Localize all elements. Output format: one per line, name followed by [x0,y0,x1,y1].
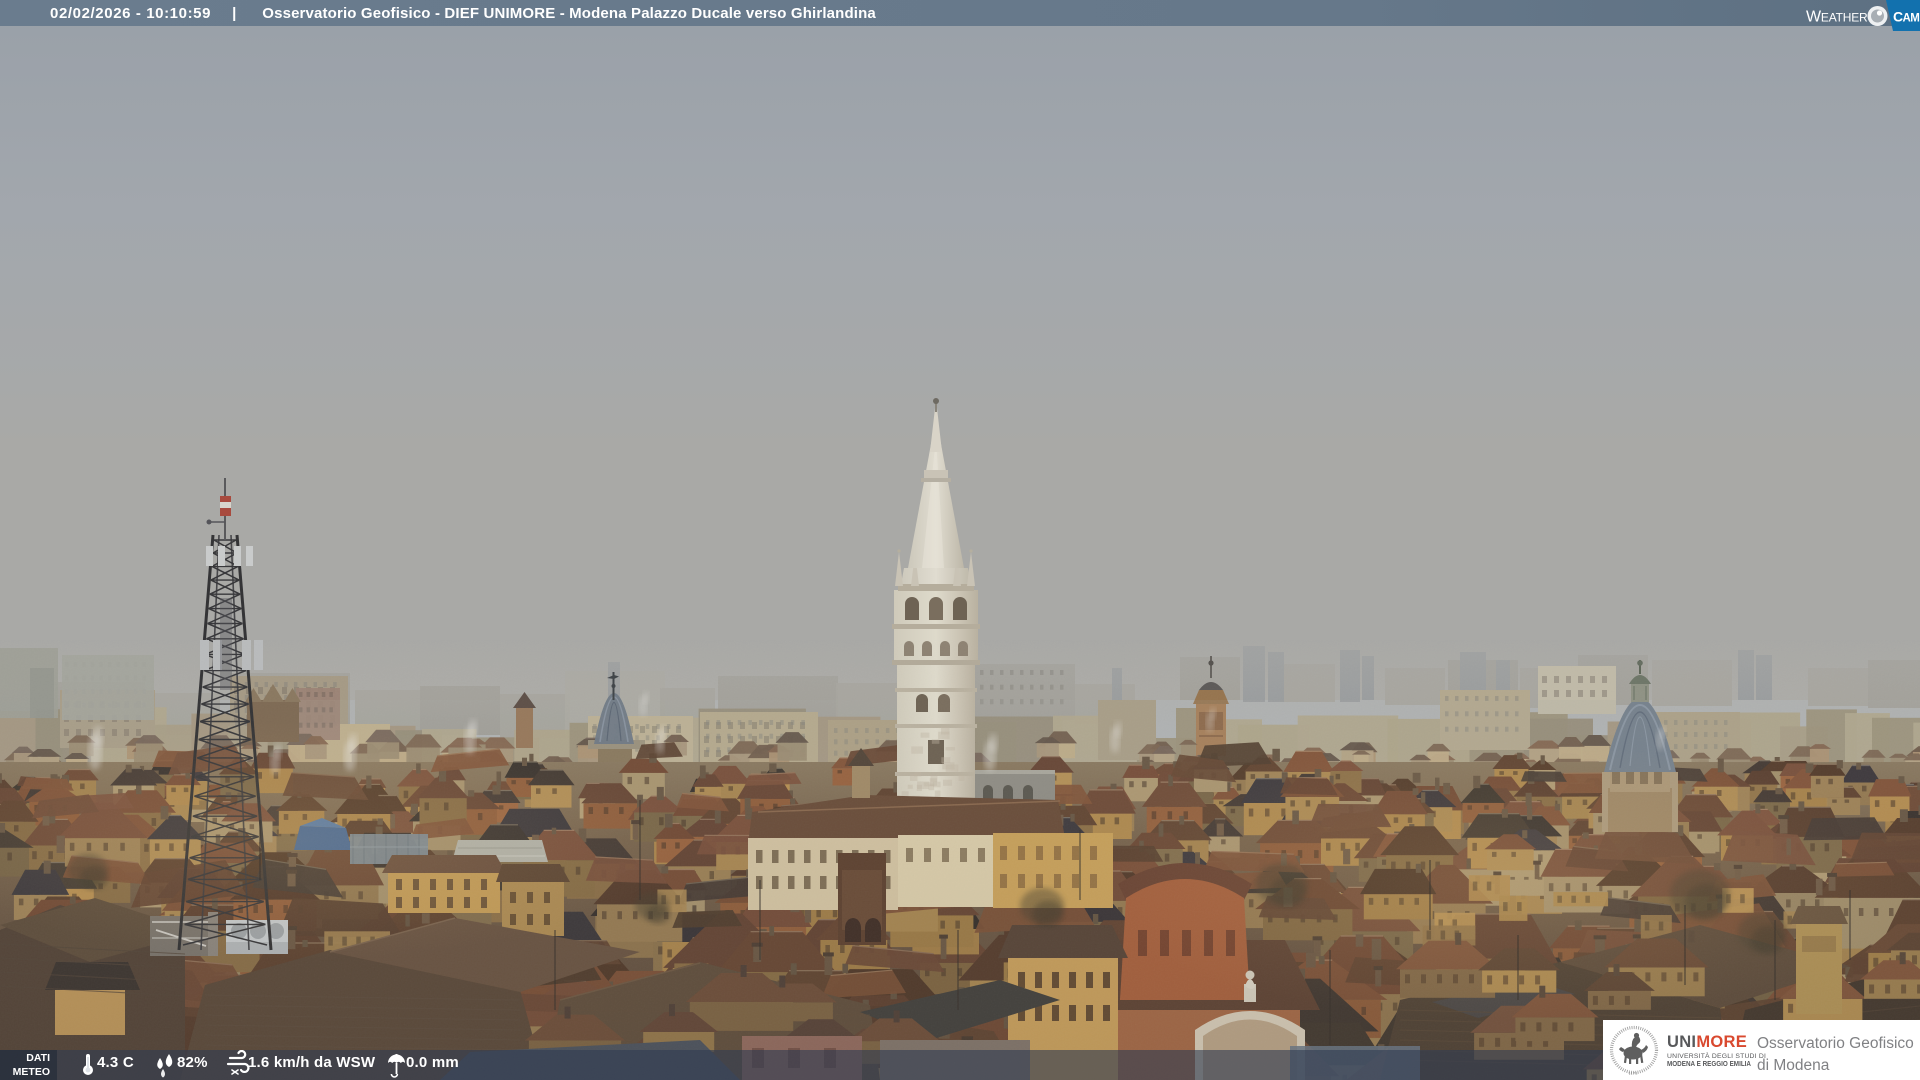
svg-text:MODENA E REGGIO EMILIA: MODENA E REGGIO EMILIA [1667,1059,1751,1068]
svg-text:WEATHER: WEATHER [1806,9,1868,26]
svg-text:UNIMORE: UNIMORE [1667,1033,1747,1051]
svg-text:di Modena: di Modena [1757,1057,1830,1074]
svg-text:Osservatorio Geofisico: Osservatorio Geofisico [1757,1035,1914,1052]
svg-text:1175: 1175 [1629,1071,1639,1076]
